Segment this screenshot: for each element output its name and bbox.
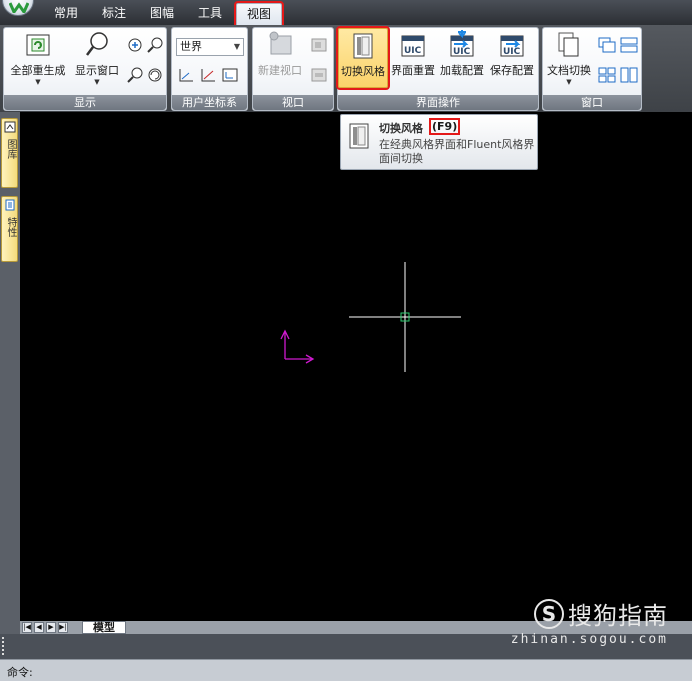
first-layout-button[interactable]: |◀	[22, 622, 32, 633]
chevron-down-icon: ▼	[35, 78, 41, 86]
ucs-world-button[interactable]	[176, 66, 196, 84]
zoom-pan-button[interactable]	[125, 36, 145, 54]
switch-style-tooltip: 切换风格 (F9) 在经典风格界面和Fluent风格界面间切换	[340, 114, 538, 170]
chevron-down-icon: ▼	[233, 42, 240, 51]
switch-style-icon	[346, 122, 372, 153]
switch-style-icon	[349, 31, 377, 61]
ucs-origin-icon	[222, 68, 238, 82]
zoom-icon	[147, 37, 163, 53]
tab-dimension[interactable]: 标注	[98, 3, 130, 25]
ucs-combo[interactable]: 世界 ▼	[176, 38, 244, 56]
zoom-realtime-button[interactable]	[145, 36, 165, 54]
watermark-name: 搜狗指南	[568, 602, 668, 630]
tile-grid-icon	[598, 67, 616, 83]
tooltip-title: 切换风格	[379, 122, 423, 135]
panel-interface-title: 界面操作	[338, 95, 538, 110]
chevron-down-icon: ▼	[94, 78, 100, 86]
side-tab-library[interactable]: 图库	[1, 118, 18, 188]
rotate-icon	[148, 68, 162, 82]
viewport-layout-icon	[311, 38, 327, 52]
zoom-rotate-button[interactable]	[145, 66, 165, 84]
left-palette-strip: 图库 特性	[0, 112, 20, 634]
ucs-3point-icon	[201, 69, 215, 82]
panel-display: 全部重生成 ▼ 显示窗口 ▼ 显示	[3, 27, 167, 111]
tooltip-shortcut: (F9)	[429, 118, 461, 135]
viewport-layout-button[interactable]	[309, 36, 329, 54]
panel-interface: 切换风格 UIC 界面重置 UIC 加载配置 UIC 保存配置 界面操作	[336, 26, 539, 111]
reset-ui-button[interactable]: UIC 界面重置	[390, 30, 436, 78]
viewport-clip-icon	[311, 68, 327, 82]
new-viewport-button[interactable]: 新建视口	[255, 30, 305, 78]
tab-drawing-frame[interactable]: 图幅	[146, 3, 178, 25]
zoom-previous-button[interactable]	[125, 66, 145, 84]
save-config-button[interactable]: UIC 保存配置	[488, 30, 536, 78]
ribbon-tab-bar: 常用 标注 图幅 工具 视图	[0, 0, 692, 27]
ucs-axis-icon	[179, 69, 193, 82]
cascade-icon	[598, 37, 616, 53]
command-prompt: 命令:	[7, 666, 33, 679]
watermark-url: zhinan.sogou.com	[510, 632, 668, 647]
regen-all-icon	[24, 30, 52, 60]
tooltip-description: 在经典风格界面和Fluent风格界面间切换	[379, 138, 535, 165]
app-logo-icon	[9, 2, 29, 13]
tile-grid-button[interactable]	[597, 66, 617, 84]
tab-view[interactable]: 视图	[234, 1, 284, 27]
ribbon: 全部重生成 ▼ 显示窗口 ▼ 显示 世界 ▼ 用户坐标系 新建视口 视口 切换风…	[0, 25, 692, 112]
drawing-canvas[interactable]	[20, 112, 692, 621]
ui-reset-icon: UIC	[399, 30, 427, 60]
panel-window: 文档切换 ▼ 窗口	[542, 27, 642, 111]
side-tab-properties[interactable]: 特性	[1, 196, 18, 262]
display-window-button[interactable]: 显示窗口 ▼	[72, 30, 122, 86]
tile-horizontal-icon	[620, 37, 638, 53]
chevron-down-icon: ▼	[566, 78, 572, 86]
properties-icon	[5, 199, 14, 211]
last-layout-button[interactable]: ▶|	[58, 622, 68, 633]
panel-ucs: 世界 ▼ 用户坐标系	[171, 27, 248, 111]
model-tab[interactable]: 模型	[82, 621, 126, 634]
watermark: S 搜狗指南 zhinan.sogou.com	[511, 596, 668, 647]
documents-icon	[555, 30, 583, 60]
load-config-button[interactable]: UIC 加载配置	[438, 30, 486, 78]
panel-ucs-title: 用户坐标系	[172, 95, 247, 110]
panel-viewport: 新建视口 视口	[252, 27, 334, 111]
regen-all-button[interactable]: 全部重生成 ▼	[8, 30, 68, 86]
ucs-origin-button[interactable]	[220, 66, 240, 84]
sogou-logo-icon: S	[534, 598, 564, 629]
save-config-icon: UIC	[498, 30, 526, 60]
panel-window-title: 窗口	[543, 95, 641, 110]
svg-text:UIC: UIC	[404, 46, 422, 56]
new-viewport-icon	[266, 30, 294, 60]
crosshair-cursor	[349, 262, 461, 372]
zoom-previous-icon	[127, 67, 143, 83]
tile-vertical-icon	[620, 67, 638, 83]
tab-tools[interactable]: 工具	[194, 3, 226, 25]
load-config-icon: UIC	[448, 30, 476, 60]
tile-horizontal-button[interactable]	[619, 36, 639, 54]
tab-common[interactable]: 常用	[50, 3, 82, 25]
command-line[interactable]: 命令:	[0, 659, 692, 681]
ucs-icon	[280, 329, 315, 364]
panel-display-title: 显示	[4, 95, 166, 110]
prev-layout-button[interactable]: ◀	[34, 622, 44, 633]
next-layout-button[interactable]: ▶	[46, 622, 56, 633]
magnifier-icon	[83, 30, 111, 60]
panel-viewport-title: 视口	[253, 95, 333, 110]
switch-style-button[interactable]: 切换风格	[336, 26, 390, 90]
svg-text:UIC: UIC	[453, 47, 471, 57]
library-icon	[4, 121, 15, 133]
grip-handle-icon[interactable]	[2, 637, 6, 655]
ucs-3point-button[interactable]	[198, 66, 218, 84]
tile-vertical-button[interactable]	[619, 66, 639, 84]
doc-switch-button[interactable]: 文档切换 ▼	[545, 30, 593, 86]
app-menu-button[interactable]	[2, 0, 34, 16]
cascade-windows-button[interactable]	[597, 36, 617, 54]
viewport-clip-button[interactable]	[309, 66, 329, 84]
zoom-pan-icon	[128, 38, 142, 52]
svg-text:UIC: UIC	[503, 47, 521, 57]
